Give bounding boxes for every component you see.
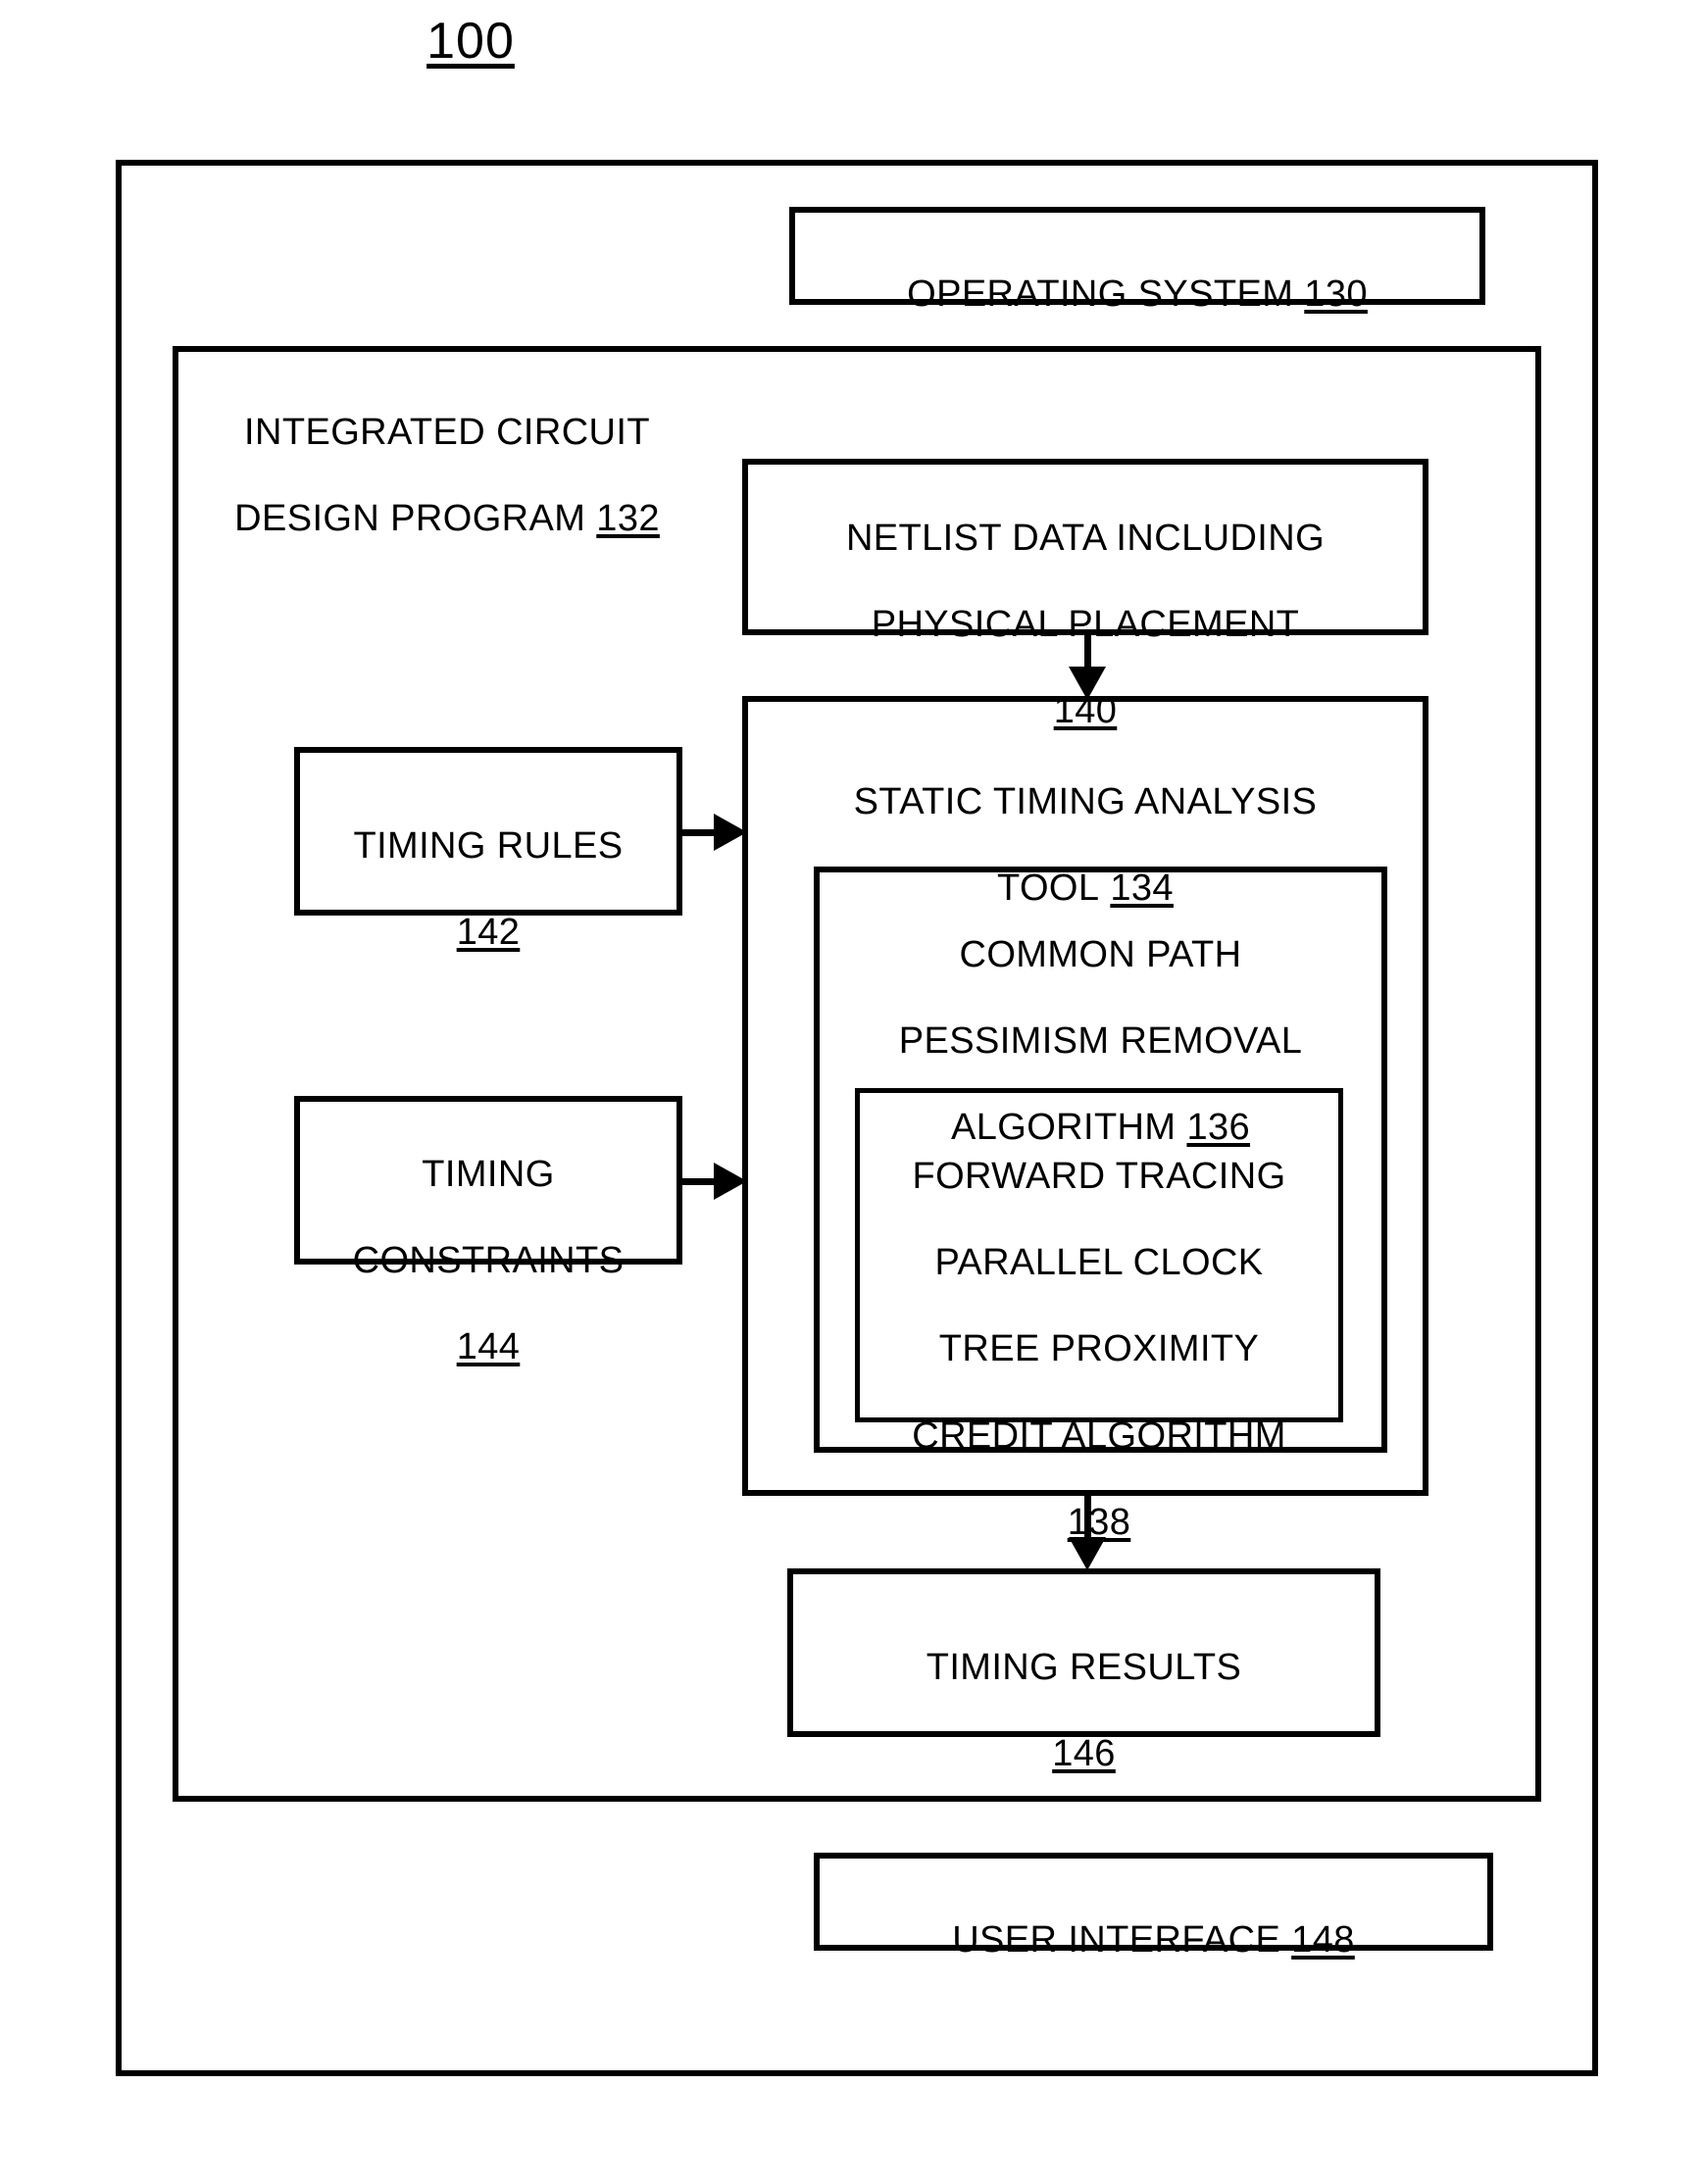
arrow-netlist-to-sta xyxy=(1069,635,1106,700)
arrow-timing-rules-to-sta xyxy=(682,814,747,851)
ic-design-program-line1: INTEGRATED CIRCUIT xyxy=(244,412,650,454)
arrow-head xyxy=(1069,667,1106,700)
timing-results-label: TIMING RESULTS 146 xyxy=(787,1603,1380,1775)
timing-rules-line1: TIMING RULES xyxy=(353,825,624,868)
ic-design-program-ref: 132 xyxy=(596,498,660,540)
arrow-stem xyxy=(682,828,716,836)
timing-constraints-label: TIMING CONSTRAINTS 144 xyxy=(294,1110,682,1368)
timing-results-line1: TIMING RESULTS xyxy=(926,1647,1242,1689)
timing-results-ref: 146 xyxy=(1052,1733,1116,1775)
operating-system-ref: 130 xyxy=(1304,273,1368,316)
patent-figure-page: 100 OPERATING SYSTEM 130 INTEGRATED CIRC… xyxy=(0,0,1703,2184)
timing-constraints-line1: TIMING xyxy=(422,1154,555,1196)
arrow-timing-constraints-to-sta xyxy=(682,1163,747,1200)
ic-design-program-label: INTEGRATED CIRCUIT DESIGN PROGRAM 132 xyxy=(192,368,702,540)
user-interface-label: USER INTERFACE 148 xyxy=(814,1875,1493,1961)
operating-system-title: OPERATING SYSTEM xyxy=(907,273,1294,316)
timing-constraints-ref: 144 xyxy=(456,1326,521,1368)
sta-tool-line1: STATIC TIMING ANALYSIS xyxy=(853,781,1318,823)
figure-number-value: 100 xyxy=(426,13,515,70)
forward-tracing-line1: FORWARD TRACING xyxy=(912,1156,1286,1198)
user-interface-ref: 148 xyxy=(1291,1919,1355,1961)
user-interface-title: USER INTERFACE xyxy=(952,1919,1281,1961)
arrow-stem xyxy=(682,1177,716,1185)
arrow-sta-to-timing-results xyxy=(1069,1496,1106,1570)
forward-tracing-line4: CREDIT ALGORITHM xyxy=(912,1415,1286,1457)
figure-number: 100 xyxy=(324,13,618,70)
forward-tracing-line2: PARALLEL CLOCK xyxy=(934,1242,1264,1284)
timing-rules-label: TIMING RULES 142 xyxy=(294,781,682,954)
operating-system-label: OPERATING SYSTEM 130 xyxy=(789,229,1485,316)
arrow-stem xyxy=(1083,635,1091,669)
cppr-line1: COMMON PATH xyxy=(959,934,1242,976)
timing-constraints-line2: CONSTRAINTS xyxy=(352,1240,625,1282)
cppr-line2: PESSIMISM REMOVAL xyxy=(898,1020,1303,1063)
arrow-head xyxy=(1069,1537,1106,1570)
timing-rules-ref: 142 xyxy=(456,912,521,954)
netlist-data-line1: NETLIST DATA INCLUDING xyxy=(845,518,1326,560)
forward-tracing-algorithm-label: FORWARD TRACING PARALLEL CLOCK TREE PROX… xyxy=(855,1112,1343,1544)
arrow-stem xyxy=(1083,1496,1091,1539)
ic-design-program-line2: DESIGN PROGRAM xyxy=(234,498,586,540)
forward-tracing-line3: TREE PROXIMITY xyxy=(938,1328,1260,1370)
